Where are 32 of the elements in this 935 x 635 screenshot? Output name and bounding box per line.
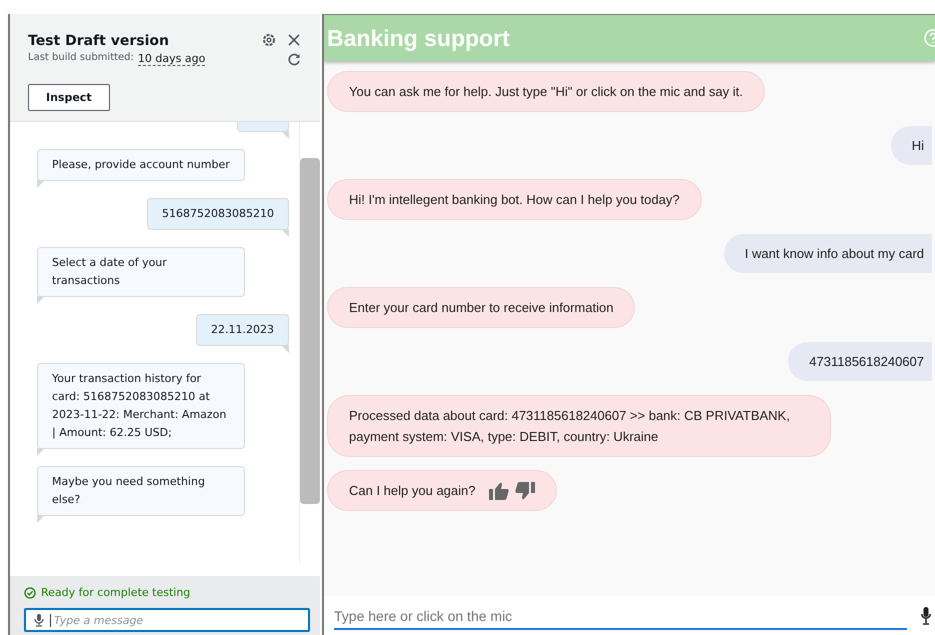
status-text: Ready for complete testing bbox=[41, 586, 190, 599]
bot-message: Your transaction history for card: 5168752083085210 at 2023-11-22: Merchant: Amazon | Amount: 62.25 USD; bbox=[37, 363, 245, 456]
message-field[interactable]: Type a message bbox=[24, 608, 310, 632]
bot-message: Processed data about card: 4731185618240607 >> bank: CB PRIVATBANK, payment system: VISA, type: DEBIT, country: Ukraine bbox=[328, 396, 830, 456]
bot-message: Please, provide account number bbox=[37, 149, 245, 188]
inspect-button[interactable]: Inspect bbox=[28, 84, 110, 111]
build-label: Last build submitted: bbox=[28, 52, 134, 65]
user-message: 4731185618240607 bbox=[788, 342, 932, 381]
bot-message: Enter your card number to receive information bbox=[328, 288, 634, 327]
close-icon[interactable] bbox=[288, 34, 300, 46]
user-message: I want know info about my card bbox=[724, 234, 932, 273]
thumbs-down-icon[interactable] bbox=[515, 482, 536, 500]
bot-message: Hi! I'm intellegent banking bot. How can I help you today? bbox=[328, 180, 701, 219]
microphone-icon[interactable] bbox=[921, 606, 931, 626]
user-message: Hi bbox=[890, 126, 932, 165]
message-bar[interactable]: Type here or click on the mic bbox=[324, 596, 935, 635]
bot-message: Select a date of your transactions bbox=[37, 247, 245, 304]
bot-message: Maybe you need something else? bbox=[37, 466, 245, 523]
build-age-link[interactable]: 10 days ago bbox=[138, 52, 206, 66]
settings-icon[interactable] bbox=[262, 33, 276, 47]
user-message: 5168752083085210 bbox=[147, 198, 289, 237]
message-input[interactable]: Type here or click on the mic bbox=[334, 602, 907, 630]
refresh-icon[interactable] bbox=[288, 53, 301, 66]
thumbs-up-icon[interactable] bbox=[489, 482, 510, 500]
user-message: 22.11.2023 bbox=[196, 314, 289, 353]
check-circle-icon bbox=[24, 586, 36, 598]
panel-title: Test Draft version bbox=[28, 33, 170, 49]
bot-message: Can I help you again? bbox=[349, 482, 476, 500]
chat-title: Banking support bbox=[327, 24, 510, 52]
scrollbar[interactable] bbox=[299, 122, 320, 564]
bot-message: You can ask me for help. Just type "Hi" or click on the mic and say it. bbox=[328, 72, 764, 111]
microphone-icon[interactable] bbox=[34, 613, 44, 627]
